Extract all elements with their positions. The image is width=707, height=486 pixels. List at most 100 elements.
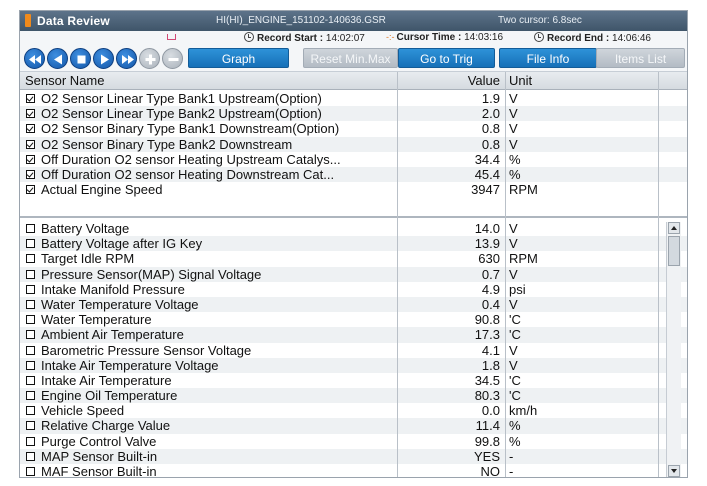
sensor-checkbox[interactable] <box>26 109 35 119</box>
sensor-row[interactable]: Barometric Pressure Sensor Voltage 4.1 V <box>20 343 687 358</box>
sensor-checkbox[interactable] <box>26 315 35 325</box>
graph-button[interactable]: Graph <box>188 48 289 68</box>
sensor-checkbox[interactable] <box>26 239 35 249</box>
sensor-row[interactable]: Water Temperature 90.8 'C <box>20 312 687 327</box>
sensor-row[interactable]: O2 Sensor Binary Type Bank2 Downstream 0.… <box>20 136 687 152</box>
record-start-label: Record Start : <box>257 33 324 44</box>
sensor-name: Target Idle RPM <box>41 251 135 267</box>
sensor-row[interactable]: Pressure Sensor(MAP) Signal Voltage 0.7 V <box>20 266 687 282</box>
sensor-checkbox[interactable] <box>26 451 35 461</box>
sensor-row[interactable]: Intake Air Temperature Voltage 1.8 V <box>20 357 687 373</box>
scroll-thumb[interactable] <box>668 236 680 266</box>
sensor-row[interactable]: Battery Voltage after IG Key 13.9 V <box>20 236 687 252</box>
scrollbar[interactable] <box>666 222 681 477</box>
sensor-row[interactable]: Intake Manifold Pressure 4.9 psi <box>20 282 687 297</box>
sensor-row[interactable]: Vehicle Speed 0.0 km/h <box>20 403 687 418</box>
sensor-row[interactable]: Relative Charge Value 11.4% <box>20 418 687 434</box>
sensor-name: Actual Engine Speed <box>41 182 163 198</box>
scroll-up-button[interactable] <box>668 222 680 234</box>
sensor-row[interactable]: Purge Control Valve 99.8% <box>20 434 687 449</box>
column-sensor-name[interactable]: Sensor Name <box>25 73 104 88</box>
scroll-down-button[interactable] <box>668 465 680 477</box>
fast-forward-icon <box>122 55 134 64</box>
fast-forward-button[interactable] <box>116 48 137 69</box>
sensor-value: 3947 <box>471 182 500 198</box>
sensor-row[interactable]: Battery Voltage 14.0 V <box>20 221 687 236</box>
sensor-unit: % <box>509 151 521 167</box>
clock-icon <box>534 32 544 42</box>
sensor-checkbox[interactable] <box>26 254 35 264</box>
sensor-name: Water Temperature Voltage <box>41 296 199 312</box>
sensor-checkbox[interactable] <box>26 139 35 149</box>
sensor-unit: V <box>509 296 518 312</box>
sensor-checkbox[interactable] <box>26 330 35 340</box>
reset-minmax-button[interactable]: Reset Min.Max <box>303 48 398 68</box>
rewind-button[interactable] <box>24 48 45 69</box>
sensor-row[interactable]: Water Temperature Voltage 0.4 V <box>20 296 687 313</box>
zoom-out-button[interactable] <box>162 48 183 69</box>
sensor-value: 14.0 <box>474 221 500 236</box>
sensor-unit: km/h <box>509 403 538 419</box>
play-button[interactable] <box>93 48 114 69</box>
sensor-value: NO <box>480 464 501 478</box>
go-to-trig-button[interactable]: Go to Trig <box>398 48 495 68</box>
sensor-checkbox[interactable] <box>26 345 35 355</box>
sensor-checkbox[interactable] <box>26 124 35 134</box>
sensor-checkbox[interactable] <box>26 375 35 385</box>
sensor-checkbox[interactable] <box>26 421 35 431</box>
sensor-checkbox[interactable] <box>26 169 35 179</box>
sensor-row[interactable]: MAF Sensor Built-in NO - <box>20 464 687 478</box>
sensor-unit: - <box>509 464 514 478</box>
plus-icon <box>145 54 156 65</box>
sensor-value: YES <box>473 448 500 464</box>
sensor-name: Vehicle Speed <box>41 403 125 419</box>
sensor-name: MAF Sensor Built-in <box>41 464 157 478</box>
sensor-checkbox[interactable] <box>26 185 35 195</box>
sensor-name: Barometric Pressure Sensor Voltage <box>41 342 252 358</box>
zoom-in-button[interactable] <box>139 48 160 69</box>
column-unit[interactable]: Unit <box>509 73 532 88</box>
minus-icon <box>168 58 179 61</box>
sensor-row[interactable]: Ambient Air Temperature 17.3 'C <box>20 327 687 343</box>
sensor-row[interactable]: Off Duration O2 sensor Heating Downstrea… <box>20 166 687 183</box>
sensor-row[interactable]: O2 Sensor Linear Type Bank1 Upstream(Opt… <box>20 91 687 106</box>
items-list-button[interactable]: Items List <box>596 48 685 68</box>
selected-sensor-list: O2 Sensor Linear Type Bank1 Upstream(Opt… <box>20 91 687 197</box>
sensor-value: 0.8 <box>481 136 500 152</box>
sensor-row[interactable]: MAP Sensor Built-in YES - <box>20 448 687 464</box>
sensor-value: 1.8 <box>481 357 500 373</box>
sensor-unit: V <box>509 357 518 373</box>
sensor-checkbox[interactable] <box>26 360 35 370</box>
column-value[interactable]: Value <box>398 73 500 88</box>
file-info-button[interactable]: File Info <box>499 48 597 68</box>
sensor-row[interactable]: Off Duration O2 sensor Heating Upstream … <box>20 152 687 167</box>
sensor-row[interactable]: Intake Air Temperature 34.5 'C <box>20 373 687 388</box>
step-back-button[interactable] <box>47 48 68 69</box>
sensor-row[interactable]: O2 Sensor Binary Type Bank1 Downstream(O… <box>20 121 687 136</box>
sensor-value: 0.7 <box>481 266 500 282</box>
column-divider <box>505 72 506 477</box>
sensor-unit: V <box>509 121 518 137</box>
sensor-unit: 'C <box>509 372 521 388</box>
sensor-unit: 'C <box>509 327 521 343</box>
sensor-checkbox[interactable] <box>26 224 35 233</box>
sensor-row[interactable]: Target Idle RPM 630 RPM <box>20 251 687 266</box>
sensor-row[interactable]: Engine Oil Temperature 80.3 'C <box>20 388 687 404</box>
sensor-row[interactable]: O2 Sensor Linear Type Bank2 Upstream(Opt… <box>20 106 687 122</box>
sensor-checkbox[interactable] <box>26 269 35 279</box>
sensor-checkbox[interactable] <box>26 406 35 416</box>
sensor-checkbox[interactable] <box>26 94 35 103</box>
sensor-checkbox[interactable] <box>26 391 35 401</box>
stop-button[interactable] <box>70 48 91 69</box>
sensor-value: 17.3 <box>474 327 500 343</box>
sensor-checkbox[interactable] <box>26 299 35 309</box>
sensor-row[interactable]: Actual Engine Speed 3947 RPM <box>20 182 687 197</box>
sensor-checkbox[interactable] <box>26 467 35 476</box>
stop-icon <box>77 55 86 64</box>
sensor-name: O2 Sensor Linear Type Bank2 Upstream(Opt… <box>41 106 322 122</box>
sensor-checkbox[interactable] <box>26 436 35 446</box>
cursor-time-label: Cursor Time : <box>396 32 462 43</box>
cursor-mode: Two cursor: 6.8sec <box>498 15 582 26</box>
sensor-checkbox[interactable] <box>26 284 35 294</box>
sensor-checkbox[interactable] <box>26 154 35 164</box>
